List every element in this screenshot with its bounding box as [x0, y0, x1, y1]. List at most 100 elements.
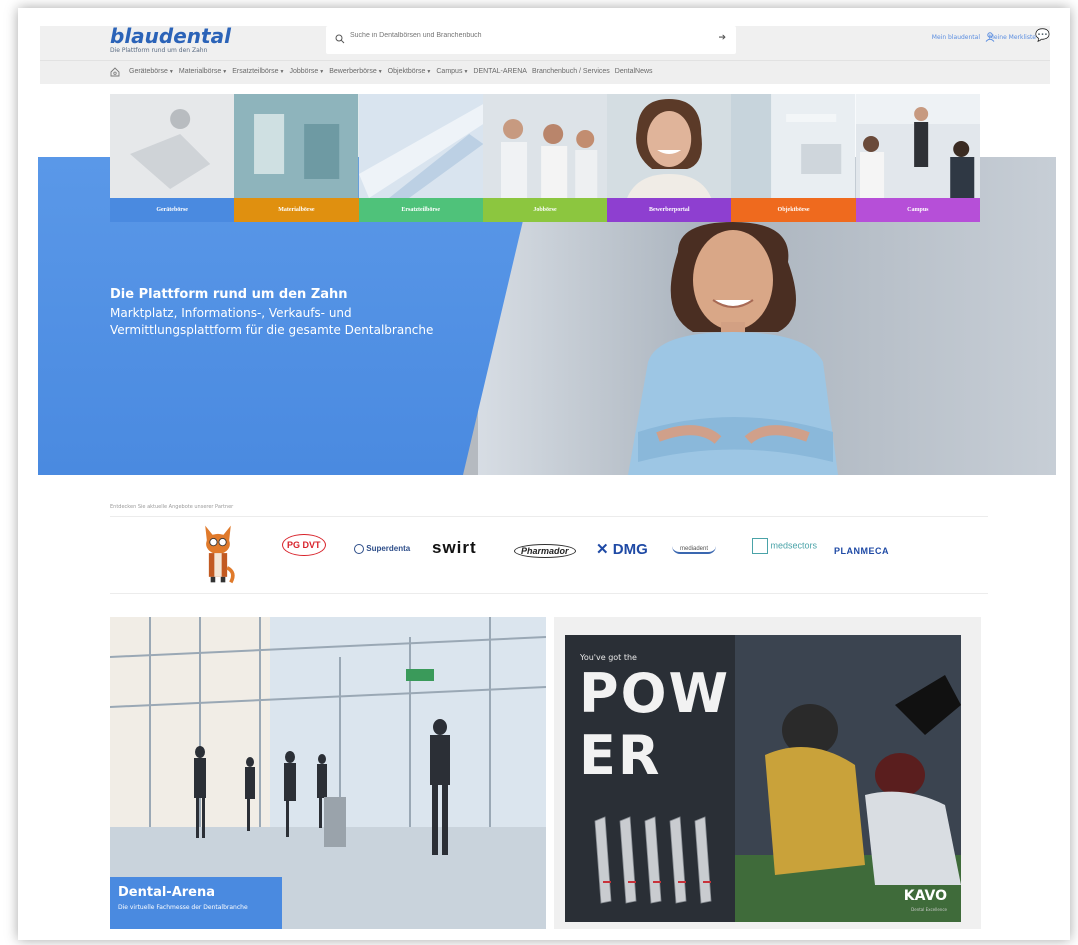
logo-tagline: Die Plattform rund um den Zahn [110, 47, 208, 54]
hero-title: Die Plattform rund um den Zahn [110, 287, 348, 302]
tile-materialbörse[interactable]: Materialbörse [234, 94, 359, 222]
partner-logo-swirt[interactable]: swirt [432, 538, 477, 558]
site-logo[interactable]: blaudental Die Plattform rund um den Zah… [110, 26, 231, 54]
nav-item-label: Ersatzteilbörse [232, 68, 279, 75]
caret-down-icon: ▼ [279, 69, 285, 75]
nav-item-label: Campus [436, 68, 463, 75]
nav-item-ersatzteilbörse[interactable]: Ersatzteilbörse▼ [232, 68, 284, 75]
handpiece-instruments-image [594, 816, 712, 904]
tile-label: Bewerberportal [607, 198, 732, 222]
nav-item-bewerberbörse[interactable]: Bewerberbörse▼ [329, 68, 382, 75]
nav-item-label: DENTAL-ARENA [473, 68, 527, 75]
tile-photo [110, 94, 235, 198]
tile-photo [234, 94, 359, 198]
tile-bewerberportal[interactable]: Bewerberportal [607, 94, 732, 222]
pgdvt-text: PG DVT [282, 534, 326, 556]
partner-logo-pgdvt[interactable]: PG DVT [282, 534, 326, 556]
superdenta-icon [354, 544, 364, 554]
main-nav: Gerätebörse▼ Materialbörse▼ Ersatzteilbörs… [40, 60, 1050, 84]
medsectors-icon [752, 538, 768, 554]
dmg-icon: ✕ [596, 541, 609, 558]
tile-jobbörse[interactable]: Jobbörse [482, 94, 608, 222]
partner-logo-mediadent[interactable]: mediadent [672, 546, 717, 554]
tile-photo [731, 94, 856, 198]
nav-item-label: Objektbörse [387, 68, 426, 75]
tile-label: Jobbörse [482, 198, 608, 222]
hero-subtitle: Marktplatz, Informations-, Verkaufs- und… [110, 306, 434, 337]
nav-item-dental-arena[interactable]: DENTAL-ARENA [473, 68, 527, 75]
nav-item-label: DentalNews [614, 68, 653, 75]
nav-item-gerätebörse[interactable]: Gerätebörse▼ [129, 68, 174, 75]
partner-logo-dmg[interactable]: ✕ DMG [596, 540, 648, 558]
tile-label: Ersatzteilbörse [358, 198, 483, 222]
logo-text: blaudental [110, 24, 231, 48]
nav-items: Gerätebörse▼ Materialbörse▼ Ersatzteilbörs… [129, 68, 658, 75]
caret-down-icon: ▼ [377, 69, 383, 75]
nav-item-label: Gerätebörse [129, 68, 168, 75]
divider [110, 593, 988, 594]
ad-tagline: You've got the [580, 653, 637, 662]
smiling-woman-photo [628, 222, 838, 475]
medsectors-text: medsectors [770, 540, 818, 551]
nav-item-objektbörse[interactable]: Objektbörse▼ [388, 68, 432, 75]
nav-item-label: Bewerberbörse [329, 68, 377, 75]
caret-down-icon: ▼ [319, 69, 325, 75]
search-bar[interactable]: ➔ [326, 26, 736, 54]
nav-item-campus[interactable]: Campus▼ [436, 68, 468, 75]
partner-logo-pharmador[interactable]: Pharmador [514, 544, 576, 558]
nav-item-label: Jobbörse [289, 68, 319, 75]
tile-photo [358, 94, 483, 198]
dmg-text: DMG [612, 541, 648, 558]
browser-page: blaudental Die Plattform rund um den Zah… [18, 8, 1070, 940]
mediadent-text: mediadent [680, 546, 709, 552]
caret-down-icon: ▼ [426, 69, 432, 75]
tile-ersatzteilbörse[interactable]: Ersatzteilbörse [358, 94, 483, 222]
caret-down-icon: ▼ [463, 69, 469, 75]
planmeca-text: PLANMECA [834, 546, 889, 556]
nav-item-branchenbuch-services[interactable]: Branchenbuch / Services [532, 68, 610, 75]
nav-item-dentalnews[interactable]: DentalNews [615, 68, 653, 75]
tile-label: Materialbörse [234, 198, 359, 222]
caret-down-icon: ▼ [168, 69, 174, 75]
search-submit-icon[interactable]: ➔ [718, 33, 726, 43]
arena-subtitle: Die virtuelle Fachmesse der Dentalbranch… [118, 904, 248, 911]
tile-label: Objektbörse [731, 198, 856, 222]
speech-heart-icon[interactable]: 💬 [1035, 28, 1050, 42]
kavo-logo-sub: Dental Excellence [911, 907, 947, 912]
partner-logo-medsectors[interactable]: medsectors [752, 538, 817, 554]
partners-heading: Entdecken Sie aktuelle Angebote unserer … [110, 504, 234, 510]
tile-photo [855, 94, 980, 198]
nav-item-materialbörse[interactable]: Materialbörse▼ [179, 68, 227, 75]
dental-arena-teaser[interactable]: Dental-Arena Die virtuelle Fachmesse der… [110, 617, 546, 929]
tile-gerätebörse[interactable]: Gerätebörse [110, 94, 235, 222]
fox-mascot-logo[interactable] [198, 522, 238, 586]
tile-label: Gerätebörse [110, 198, 235, 222]
partner-logo-planmeca[interactable]: PLANMECA [834, 546, 889, 556]
search-icon [335, 34, 345, 44]
kavo-logo: KAVO [903, 888, 947, 904]
kavo-advertisement[interactable]: You've got the POW ER KAVO Dental Excell… [565, 635, 961, 922]
ad-headline-line2: ER [579, 724, 662, 787]
ad-headline-line1: POW [579, 662, 731, 725]
tile-photo [482, 94, 608, 198]
partner-logo-superdenta[interactable]: Superdenta [354, 544, 410, 554]
tile-photo [607, 94, 732, 198]
category-tiles: Gerätebörse Materialbörse Ersatzteilbörse J… [110, 94, 980, 222]
tile-campus[interactable]: Campus [855, 94, 980, 222]
nav-item-label: Branchenbuch / Services [531, 68, 610, 75]
caret-down-icon: ▼ [222, 69, 228, 75]
arena-title: Dental-Arena [118, 885, 216, 900]
home-icon[interactable] [110, 67, 120, 77]
nav-item-label: Materialbörse [178, 68, 222, 75]
pharmador-text: Pharmador [521, 546, 569, 556]
divider [110, 516, 988, 517]
wishlist-link[interactable]: Meine Merkliste [989, 34, 1036, 41]
nav-item-jobbörse[interactable]: Jobbörse▼ [290, 68, 325, 75]
search-input[interactable] [350, 32, 710, 39]
arena-caption: Dental-Arena Die virtuelle Fachmesse der… [110, 877, 282, 929]
tile-objektbörse[interactable]: Objektbörse [731, 94, 856, 222]
tile-label: Campus [855, 198, 980, 222]
ad-container: You've got the POW ER KAVO Dental Excell… [554, 617, 981, 929]
swirt-text: swirt [432, 538, 477, 557]
account-link[interactable]: Mein blaudental [932, 34, 980, 41]
